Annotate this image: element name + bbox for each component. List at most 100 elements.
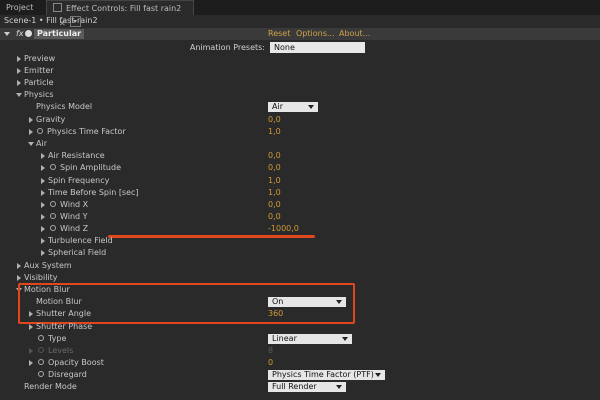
expand-arrow-icon[interactable] [41, 202, 45, 208]
param-shutter-phase[interactable]: Shutter Phase [0, 321, 600, 333]
expand-arrow-icon[interactable] [29, 360, 33, 366]
param-label: Wind X [60, 200, 89, 209]
physics-model-dropdown[interactable]: Air [268, 102, 318, 112]
plugin-icon [25, 30, 32, 37]
stopwatch-icon[interactable] [37, 128, 43, 134]
param-label: Wind Z [60, 224, 89, 233]
param-label: Aux System [24, 261, 72, 270]
param-label: Disregard [48, 370, 87, 379]
type-dropdown[interactable]: Linear [268, 334, 352, 344]
render-mode-dropdown[interactable]: Full Render [268, 382, 346, 392]
wind-z-value[interactable]: -1000,0 [268, 223, 299, 235]
stopwatch-icon[interactable] [50, 213, 56, 219]
gravity-value[interactable]: 0,0 [268, 114, 281, 126]
param-air[interactable]: Air [0, 138, 600, 150]
fx-toggle[interactable]: fx [16, 28, 24, 40]
param-label: Air Resistance [48, 151, 105, 160]
about-link[interactable]: About... [339, 28, 370, 40]
options-link[interactable]: Options... [296, 28, 335, 40]
expand-arrow-icon[interactable] [17, 80, 21, 86]
stopwatch-icon[interactable] [38, 335, 44, 341]
reset-link[interactable]: Reset [268, 28, 290, 40]
expand-arrow-icon[interactable] [41, 250, 45, 256]
param-label: Wind Y [60, 212, 88, 221]
expand-arrow-icon[interactable] [29, 324, 33, 330]
param-time-before-spin: Time Before Spin [sec] 1,0 [0, 187, 600, 199]
time-before-spin-value[interactable]: 1,0 [268, 187, 281, 199]
expand-arrow-icon[interactable] [41, 214, 45, 220]
param-air-resistance: Air Resistance 0,0 [0, 150, 600, 162]
param-label: Turbulence Field [48, 236, 113, 245]
expand-arrow-icon[interactable] [41, 226, 45, 232]
param-physics[interactable]: Physics [0, 89, 600, 101]
air-resistance-value[interactable]: 0,0 [268, 150, 281, 162]
param-label: Spin Frequency [48, 176, 110, 185]
param-turbulence-field[interactable]: Turbulence Field [0, 235, 600, 247]
param-label: Spin Amplitude [60, 163, 121, 172]
stopwatch-icon[interactable] [38, 371, 44, 377]
param-physics-model: Physics Model Air [0, 101, 600, 113]
param-label: Levels [48, 346, 74, 355]
param-spherical-field[interactable]: Spherical Field [0, 247, 600, 259]
collapse-icon[interactable] [4, 32, 10, 36]
param-disregard: Disregard Physics Time Factor (PTF) [0, 369, 600, 381]
param-label: Physics Model [36, 102, 93, 111]
spin-amplitude-value[interactable]: 0,0 [268, 162, 281, 174]
param-wind-y: Wind Y 0,0 [0, 211, 600, 223]
expand-arrow-icon[interactable] [17, 275, 21, 281]
stopwatch-icon[interactable] [50, 225, 56, 231]
expand-arrow-icon[interactable] [17, 68, 21, 74]
param-label: Type [48, 334, 67, 343]
expand-arrow-icon[interactable] [17, 56, 21, 62]
expand-arrow-icon [29, 348, 33, 354]
param-physics-time-factor: Physics Time Factor 1,0 [0, 126, 600, 138]
param-label: Gravity [36, 115, 66, 124]
lock-icon[interactable] [53, 3, 62, 12]
param-label: Emitter [24, 66, 54, 75]
stopwatch-icon[interactable] [50, 164, 56, 170]
expand-arrow-icon[interactable] [29, 129, 33, 135]
param-label: Physics Time Factor [47, 127, 126, 136]
expand-arrow-icon[interactable] [29, 117, 33, 123]
param-label: Preview [24, 54, 56, 63]
disregard-dropdown[interactable]: Physics Time Factor (PTF) [268, 370, 385, 380]
levels-value: 8 [268, 346, 274, 355]
breadcrumb: Scene-1 • Fill fast rain2 [4, 16, 98, 25]
wind-x-value[interactable]: 0,0 [268, 199, 281, 211]
param-preview[interactable]: Preview [0, 53, 600, 65]
animation-presets-dropdown[interactable]: None [270, 42, 365, 53]
param-aux-system[interactable]: Aux System [0, 260, 600, 272]
tab-effect-controls[interactable]: Effect Controls: Fill fast rain2✕ [46, 0, 194, 28]
param-levels: Levels 8 [0, 345, 600, 357]
param-emitter[interactable]: Emitter [0, 65, 600, 77]
param-label: Opacity Boost [48, 358, 104, 367]
stopwatch-icon[interactable] [50, 201, 56, 207]
param-label: Particle [24, 78, 54, 87]
param-spin-amplitude: Spin Amplitude 0,0 [0, 162, 600, 174]
expand-arrow-icon[interactable] [41, 153, 45, 159]
param-label: Air [36, 139, 47, 148]
param-opacity-boost: Opacity Boost 0 [0, 357, 600, 369]
tab-project[interactable]: Project [0, 0, 52, 15]
expand-arrow-icon[interactable] [41, 190, 45, 196]
wind-y-value[interactable]: 0,0 [268, 211, 281, 223]
param-label: Shutter Phase [36, 322, 93, 331]
opacity-boost-value[interactable]: 0 [268, 357, 273, 369]
param-particle[interactable]: Particle [0, 77, 600, 89]
expand-arrow-icon[interactable] [17, 263, 21, 269]
collapse-arrow-icon[interactable] [28, 142, 34, 146]
annotation-highlight-box [18, 283, 355, 324]
param-gravity: Gravity 0,0 [0, 114, 600, 126]
stopwatch-icon[interactable] [38, 359, 44, 365]
spin-frequency-value[interactable]: 1,0 [268, 175, 281, 187]
effect-name[interactable]: Particular [34, 29, 85, 39]
tab-effect-controls-label: Effect Controls: Fill fast rain2 [66, 4, 182, 13]
physics-time-factor-value[interactable]: 1,0 [268, 126, 281, 138]
expand-arrow-icon[interactable] [41, 165, 45, 171]
expand-arrow-icon[interactable] [41, 178, 45, 184]
collapse-arrow-icon[interactable] [16, 93, 22, 97]
param-spin-frequency: Spin Frequency 1,0 [0, 175, 600, 187]
expand-arrow-icon[interactable] [41, 238, 45, 244]
param-label: Spherical Field [48, 248, 107, 257]
panel-tab-bar: Project Effect Controls: Fill fast rain2… [0, 0, 600, 28]
